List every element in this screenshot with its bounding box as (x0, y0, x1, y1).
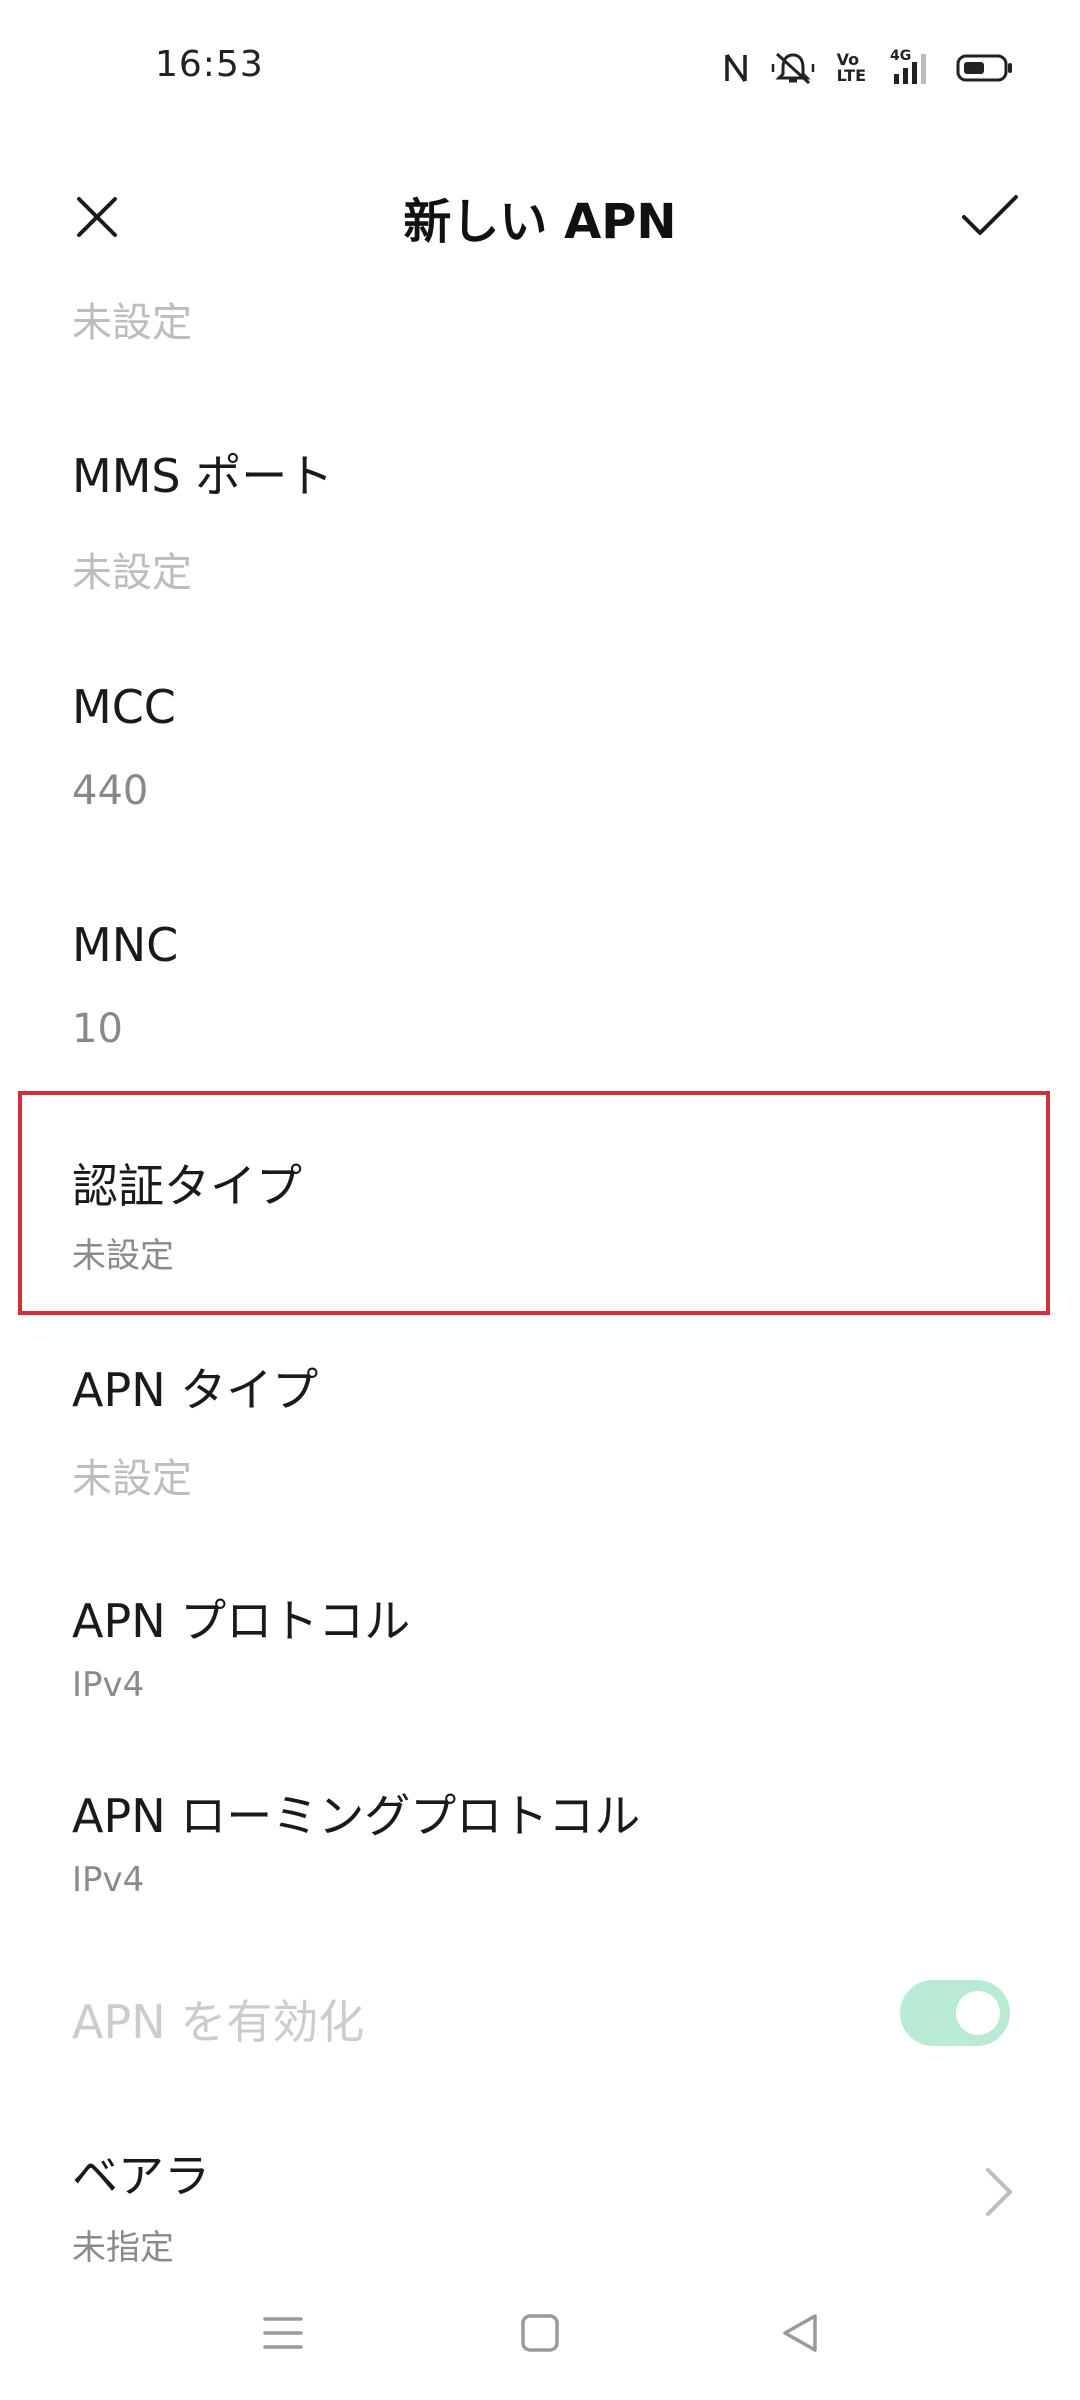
home-icon (519, 2312, 561, 2358)
page-title: 新しい APN (403, 194, 677, 250)
pref-title: MMS ポート (72, 449, 334, 503)
pref-value: 440 (72, 768, 149, 814)
list-item-mms-port[interactable]: MMS ポート 未設定 (72, 440, 1012, 598)
check-icon (960, 191, 1020, 243)
pref-value: 未設定 (72, 550, 192, 596)
signal-4g-icon: 4G (888, 48, 934, 86)
list-item-mcc[interactable]: MCC 440 (72, 680, 1012, 814)
list-item-bearer[interactable]: ベアラ 未指定 (72, 2140, 1012, 2269)
toggle-knob (956, 1991, 1000, 2035)
back-icon (779, 2312, 821, 2358)
list-item-auth-type[interactable]: 認証タイプ 未設定 (72, 1150, 1012, 1277)
title-bar: 新しい APN (0, 160, 1080, 270)
list-item-apn-protocol[interactable]: APN プロトコル IPv4 (72, 1585, 1012, 1705)
navigation-bar (0, 2290, 1080, 2380)
pref-title: APN を有効化 (72, 1995, 365, 2049)
nfc-icon (723, 51, 749, 85)
pref-value: 未指定 (72, 2228, 174, 2268)
back-button[interactable] (760, 2300, 840, 2370)
home-button[interactable] (500, 2300, 580, 2370)
status-icons: Vo LTE 4G (723, 48, 1014, 88)
pref-value: 未設定 (72, 1236, 174, 1276)
chevron-right-icon (978, 2162, 1018, 2222)
pref-title: 認証タイプ (72, 1159, 302, 1213)
pref-value: IPv4 (72, 1860, 145, 1900)
list-item-mnc[interactable]: MNC 10 (72, 918, 1012, 1052)
status-bar: 16:53 Vo LTE 4G (0, 0, 1080, 140)
recents-button[interactable] (243, 2300, 323, 2370)
list-item-apn-type[interactable]: APN タイプ 未設定 (72, 1354, 1012, 1504)
network-type-label: 4G (890, 48, 912, 64)
pref-title: MCC (72, 680, 176, 734)
save-button[interactable] (950, 182, 1030, 252)
volte-icon: Vo LTE (837, 52, 866, 84)
list-item-apn-enable: APN を有効化 (72, 1986, 1012, 2052)
apn-enable-toggle (900, 1980, 1010, 2046)
pref-value: 10 (72, 1006, 123, 1052)
list-item-apn-roaming-protocol[interactable]: APN ローミングプロトコル IPv4 (72, 1780, 1012, 1900)
pref-value: IPv4 (72, 1665, 145, 1705)
pref-title: APN ローミングプロトコル (72, 1789, 641, 1843)
volte-bottom-label: LTE (836, 66, 866, 85)
status-time: 16:53 (155, 44, 264, 85)
pref-title: ベアラ (72, 2149, 210, 2203)
battery-icon (956, 53, 1014, 83)
pref-title: APN プロトコル (72, 1594, 411, 1648)
menu-icon (261, 2313, 305, 2357)
list-item-partial[interactable]: 未設定 (72, 290, 1012, 348)
pref-title: APN タイプ (72, 1363, 319, 1417)
pref-title: MNC (72, 918, 179, 972)
pref-value: 未設定 (72, 1456, 192, 1502)
mute-icon (771, 50, 815, 86)
pref-value: 未設定 (72, 300, 192, 346)
